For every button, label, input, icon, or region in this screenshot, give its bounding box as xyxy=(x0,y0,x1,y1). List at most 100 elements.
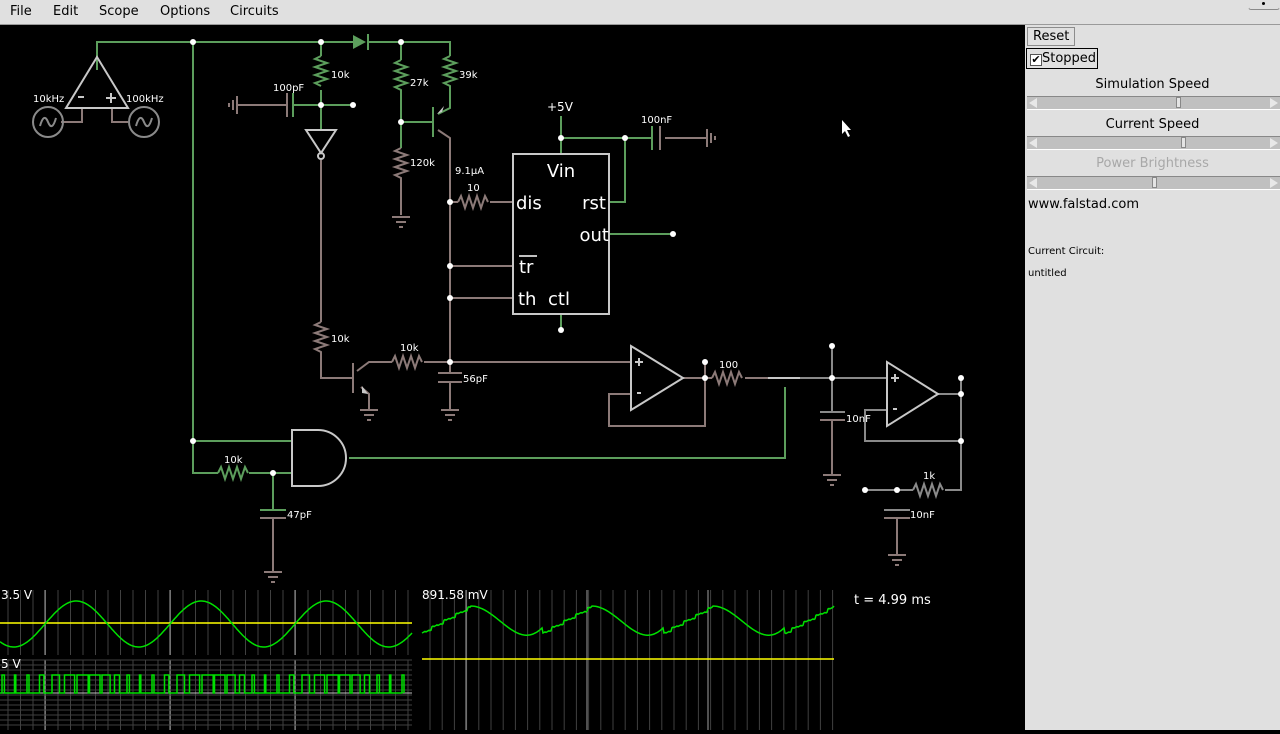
wire-src2 xyxy=(111,108,128,123)
resistor-100[interactable] xyxy=(711,368,743,388)
circuit-svg[interactable]: Vin dis rst out tr th ctl 10kHz 100kHz 1… xyxy=(0,25,1023,730)
control-panel: Reset ✔ Stopped Simulation Speed Current… xyxy=(1023,25,1280,730)
timer-pin-tr: tr xyxy=(519,257,534,278)
ground-icon xyxy=(264,571,282,583)
reset-button[interactable]: Reset xyxy=(1027,27,1076,46)
scope-trace xyxy=(0,600,413,648)
ac-source-100kHz[interactable] xyxy=(128,106,160,138)
circuit-canvas[interactable]: Vin dis rst out tr th ctl 10kHz 100kHz 1… xyxy=(0,25,1023,730)
right-arrow-icon[interactable] xyxy=(1270,98,1278,108)
and-gate[interactable] xyxy=(291,429,347,487)
inverter[interactable] xyxy=(304,129,338,160)
ac-source-10kHz[interactable] xyxy=(32,106,64,138)
resistor-39k[interactable] xyxy=(440,55,460,92)
menu-edit[interactable]: Edit xyxy=(53,4,78,19)
opamp-output[interactable] xyxy=(886,360,940,428)
resistors xyxy=(217,55,944,500)
mouse-cursor-icon xyxy=(842,120,851,137)
capacitor-10nF-b[interactable] xyxy=(884,509,910,519)
ground-icon xyxy=(823,474,841,486)
scope-sine[interactable] xyxy=(0,590,413,655)
ground-icon xyxy=(360,409,378,421)
menu-bar: File Edit Scope Options Circuits xyxy=(0,0,1280,25)
scope1-label: 3.5 V xyxy=(1,588,33,602)
timer-pin-th: th xyxy=(518,289,536,310)
label-src1: 10kHz xyxy=(33,94,64,105)
current-speed-slider[interactable] xyxy=(1027,136,1280,150)
current-circuit-name: untitled xyxy=(1028,268,1067,279)
checkmark-icon: ✔ xyxy=(1030,53,1042,66)
label-c10nF-a: 10nF xyxy=(846,414,871,425)
label-c10nF-b: 10nF xyxy=(910,510,935,521)
power-brightness-slider[interactable] xyxy=(1027,176,1280,190)
stopped-checkbox[interactable]: ✔ Stopped xyxy=(1026,48,1098,69)
label-r10k-c: 10k xyxy=(400,343,419,354)
ground-icon xyxy=(228,96,238,114)
sim-time: t = 4.99 ms xyxy=(854,593,931,608)
label-r27k: 27k xyxy=(410,78,429,89)
ground-icon xyxy=(392,216,410,228)
left-arrow-icon[interactable] xyxy=(1029,138,1037,148)
scope3-label: 891.58 mV xyxy=(422,588,488,602)
label-r10k-b: 10k xyxy=(331,334,350,345)
scope-pwm[interactable] xyxy=(0,659,412,730)
capacitor-100pF[interactable] xyxy=(286,93,294,117)
resistor-120k[interactable] xyxy=(391,147,411,180)
resistor-10k-d[interactable] xyxy=(217,463,249,483)
resistor-10k-c[interactable] xyxy=(391,352,423,372)
resistor-27k[interactable] xyxy=(391,59,411,96)
label-r100: 100 xyxy=(719,360,738,371)
label-r1k: 1k xyxy=(923,471,935,482)
component-labels: 10kHz 100kHz 10k 100pF 27k 39k 120k +5V … xyxy=(33,70,935,521)
right-arrow-icon[interactable] xyxy=(1270,138,1278,148)
timer-pin-rst: rst xyxy=(582,193,606,214)
resistor-1k[interactable] xyxy=(912,480,944,500)
label-c56pF: 56pF xyxy=(463,374,488,385)
timer-pin-vin: Vin xyxy=(547,161,575,182)
panel-toggle-button[interactable] xyxy=(1248,0,1280,10)
npn-transistor[interactable] xyxy=(350,363,368,394)
wire-src1 xyxy=(61,108,83,123)
diode[interactable] xyxy=(353,34,369,50)
wire-left-bus xyxy=(192,42,292,442)
slider-thumb[interactable] xyxy=(1151,177,1157,188)
slider-thumb[interactable] xyxy=(1180,137,1186,148)
website-link[interactable]: www.falstad.com xyxy=(1028,197,1139,212)
menu-file[interactable]: File xyxy=(10,4,32,19)
label-c100nF: 100nF xyxy=(641,115,672,126)
resistor-10k-b[interactable] xyxy=(311,321,331,354)
timer-pin-out: out xyxy=(580,225,609,246)
capacitor-47pF[interactable] xyxy=(260,509,286,519)
capacitor-100nF[interactable] xyxy=(651,126,661,150)
right-arrow-icon[interactable] xyxy=(1270,178,1278,188)
scope2-label: 5 V xyxy=(1,657,21,671)
wire-opamp2-in xyxy=(800,346,887,412)
label-current: 9.1µA xyxy=(455,166,484,177)
opamp-buffer[interactable] xyxy=(630,344,685,412)
left-arrow-icon[interactable] xyxy=(1029,178,1037,188)
wire-pnp-emitter xyxy=(437,92,451,115)
resistor-10[interactable] xyxy=(457,192,489,212)
menu-scope[interactable]: Scope xyxy=(99,4,139,19)
slider-thumb[interactable] xyxy=(1176,97,1182,108)
capacitors xyxy=(260,93,910,519)
current-circuit-label: Current Circuit: xyxy=(1028,246,1105,257)
timer-pin-dis: dis xyxy=(516,193,542,214)
left-arrow-icon[interactable] xyxy=(1029,98,1037,108)
capacitor-56pF[interactable] xyxy=(438,372,462,383)
capacitor-10nF-a[interactable] xyxy=(820,411,845,421)
wire-and-out xyxy=(349,387,786,459)
timer-pin-ctl: ctl xyxy=(548,289,570,310)
menu-options[interactable]: Options xyxy=(160,4,210,19)
resistor-10k-a[interactable] xyxy=(311,55,331,87)
simulation-speed-slider[interactable] xyxy=(1027,96,1280,110)
scope-filtered[interactable] xyxy=(421,590,835,730)
wires xyxy=(61,41,962,572)
stopped-label: Stopped xyxy=(1042,51,1097,66)
label-r39k: 39k xyxy=(459,70,478,81)
ground-icon xyxy=(888,554,906,566)
label-r10k-d: 10k xyxy=(224,455,243,466)
menu-circuits[interactable]: Circuits xyxy=(230,4,279,19)
timer-555[interactable]: Vin dis rst out tr th ctl xyxy=(512,153,610,315)
ground-icon xyxy=(441,409,459,421)
